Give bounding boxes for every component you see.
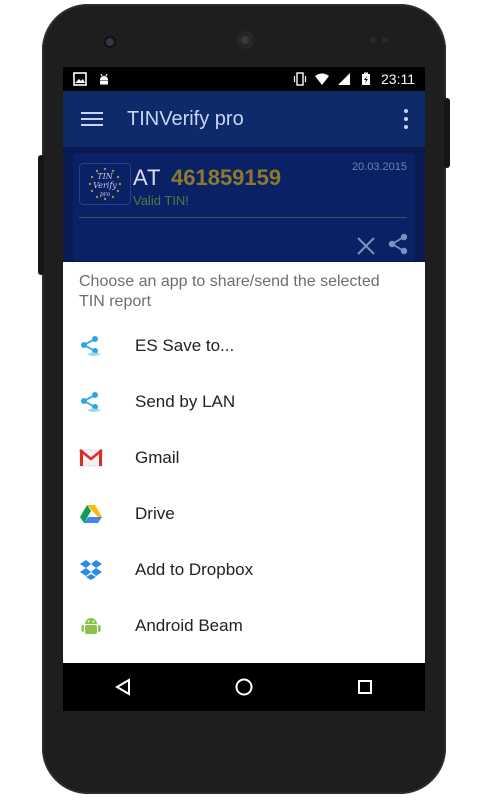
app-item-gmail[interactable]: Gmail [63, 430, 425, 486]
back-icon[interactable] [111, 675, 135, 699]
home-icon[interactable] [232, 675, 256, 699]
app-bar: TINVerify pro [63, 91, 425, 147]
app-item-android-beam[interactable]: Android Beam [63, 598, 425, 654]
app-label-gmail: Gmail [135, 448, 180, 467]
app-label-es-save: ES Save to... [135, 336, 235, 355]
tin-record-card[interactable]: TIN Verify pro AT 461859159 20.03.2015 V… [73, 153, 415, 261]
navigation-bar [63, 663, 425, 711]
country-code: AT [133, 165, 162, 190]
clock: 23:11 [381, 71, 415, 87]
android-debug-icon [100, 73, 108, 85]
gmail-icon [79, 446, 103, 470]
volume-button [38, 155, 44, 275]
card-divider [79, 217, 407, 218]
status-bar: 23:11 [63, 67, 425, 91]
power-button [444, 98, 450, 168]
app-title: TINVerify pro [127, 107, 244, 130]
proximity-sensor [370, 37, 376, 43]
es-share-icon [79, 334, 103, 358]
recents-icon[interactable] [353, 675, 377, 699]
app-label-drive: Drive [135, 504, 175, 523]
es-share-icon [79, 390, 103, 414]
tin-number: 461859159 [171, 165, 282, 190]
share-sheet-title: Choose an app to share/send the selected… [79, 273, 380, 310]
share-icon[interactable] [387, 233, 409, 255]
logo-text-pro: pro [99, 191, 111, 198]
light-sensor [382, 37, 388, 43]
front-camera [106, 38, 114, 46]
logo-text-tin: TIN [97, 172, 113, 181]
hamburger-icon[interactable] [81, 112, 103, 126]
app-item-send-by-lan[interactable]: Send by LAN [63, 374, 425, 430]
app-label-dropbox: Add to Dropbox [135, 560, 254, 579]
share-sheet: Choose an app to share/send the selected… [63, 262, 425, 663]
vibrate-icon [293, 72, 307, 86]
screen: 23:11 TINVerify pro TIN Verify pro AT 46… [63, 67, 425, 711]
android-icon [79, 614, 103, 638]
app-item-es-save[interactable]: ES Save to... [63, 318, 425, 374]
app-label-android-beam: Android Beam [135, 616, 243, 635]
more-vert-icon[interactable] [403, 109, 409, 129]
app-label-send-by-lan: Send by LAN [135, 392, 236, 411]
signal-icon [338, 73, 350, 85]
dropbox-icon [79, 558, 103, 582]
app-list: ES Save to... Send by LAN Gmail Drive Ad… [63, 318, 425, 654]
image-icon [73, 72, 87, 86]
logo-text-verify: Verify [93, 181, 117, 190]
record-date: 20.03.2015 [351, 161, 407, 173]
validity-status: Valid TIN! [133, 193, 189, 208]
tinverify-logo-icon: TIN Verify pro [79, 163, 131, 205]
drive-icon [79, 502, 103, 526]
app-item-drive[interactable]: Drive [63, 486, 425, 542]
wifi-icon [315, 73, 329, 85]
app-item-dropbox[interactable]: Add to Dropbox [63, 542, 425, 598]
close-icon[interactable] [355, 235, 377, 257]
earpiece-speaker [236, 31, 254, 49]
battery-charging-icon [362, 72, 370, 85]
